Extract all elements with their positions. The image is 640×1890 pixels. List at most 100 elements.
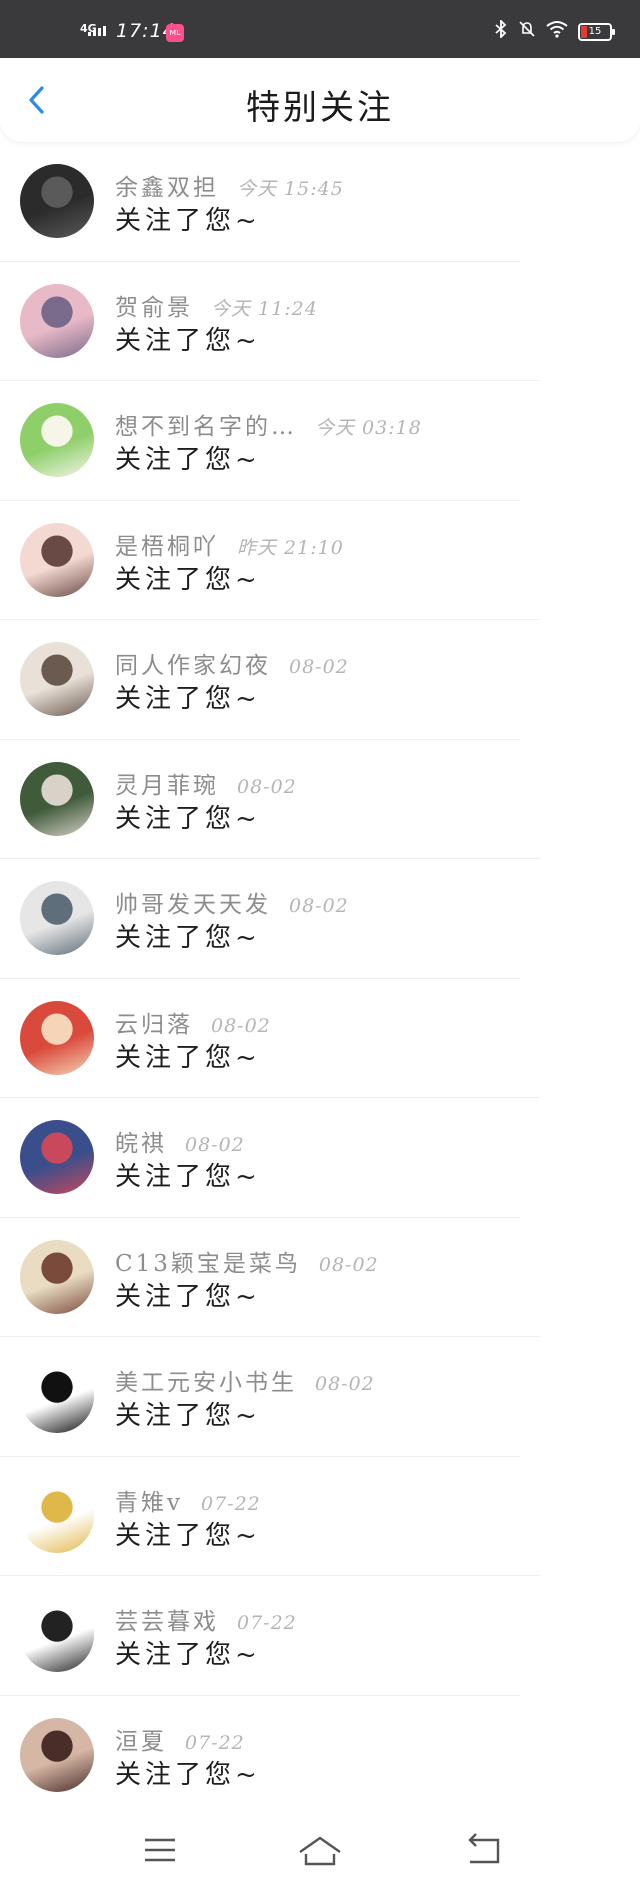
name-line: 余鑫双担 今天 15:45 [115,168,344,202]
user-name[interactable]: 芸芸暮戏 [115,1602,219,1636]
notification-message: 关注了您~ [115,1281,261,1312]
wifi-icon [546,20,568,43]
list-item[interactable]: 想不到名字的… 今天 03:18 关注了您~ [0,381,640,501]
name-line: 帅哥发天天发 08-02 [115,885,349,919]
user-name[interactable]: 贺俞景 [115,288,193,322]
user-name[interactable]: 洹夏 [115,1722,167,1756]
user-name[interactable]: 皖祺 [115,1124,167,1158]
mute-icon [518,20,536,43]
timestamp: 今天 03:18 [315,417,422,439]
name-line: 是梧桐吖 昨天 21:10 [115,527,344,561]
notification-message: 关注了您~ [115,1759,261,1790]
menu-button[interactable] [132,1822,188,1878]
list-item[interactable]: 贺俞景 今天 11:24 关注了您~ [0,262,640,381]
avatar[interactable] [20,1478,94,1553]
menu-icon [145,1838,175,1862]
list-item[interactable]: 云归落 08-02 关注了您~ [0,979,640,1098]
notification-message: 关注了您~ [115,325,261,356]
avatar[interactable] [20,1598,94,1672]
list-item[interactable]: 余鑫双担 今天 15:45 关注了您~ [0,142,640,262]
notification-message: 关注了您~ [115,445,261,475]
list-item[interactable]: 皖祺 08-02 关注了您~ [0,1098,640,1218]
notification-message: 关注了您~ [115,1640,261,1670]
return-button[interactable] [456,1822,512,1878]
list-item[interactable]: 洹夏 07-22 关注了您~ [0,1696,640,1815]
notification-message: 关注了您~ [115,1162,261,1192]
signal-icon [88,26,106,36]
avatar[interactable] [20,522,94,597]
name-line: C13颖宝是菜鸟 08-02 [115,1244,379,1278]
notification-message: 关注了您~ [115,803,261,834]
timestamp: 今天 15:45 [237,178,344,200]
name-line: 同人作家幻夜 08-02 [115,646,349,680]
timestamp: 07-22 [185,1731,245,1754]
avatar[interactable] [20,164,94,238]
notification-message: 关注了您~ [115,564,261,595]
user-name[interactable]: 灵月菲琬 [115,766,219,800]
user-name[interactable]: 青雉v [115,1483,183,1517]
avatar[interactable] [20,642,94,716]
list-item[interactable]: 帅哥发天天发 08-02 关注了您~ [0,859,640,979]
avatar[interactable] [20,1000,94,1075]
user-name[interactable]: 美工元安小书生 [115,1363,297,1397]
battery-icon: 15 [578,22,615,41]
bluetooth-icon [494,18,508,43]
home-icon [299,1836,341,1866]
name-line: 青雉v 07-22 [115,1483,261,1517]
user-name[interactable]: 云归落 [115,1005,193,1039]
user-name[interactable]: C13颖宝是菜鸟 [115,1244,301,1278]
name-line: 云归落 08-02 [115,1005,271,1039]
avatar[interactable] [20,403,94,477]
status-icons: 15 [494,18,615,43]
avatar[interactable] [20,1359,94,1433]
notification-message: 关注了您~ [115,1520,261,1551]
timestamp: 08-02 [318,1253,379,1276]
timestamp: 08-02 [289,656,349,678]
timestamp: 07-22 [237,1612,297,1634]
avatar[interactable] [20,1717,94,1792]
avatar[interactable] [20,1120,94,1194]
user-name[interactable]: 帅哥发天天发 [115,885,271,919]
name-line: 芸芸暮戏 07-22 [115,1602,297,1636]
list-item[interactable]: 芸芸暮戏 07-22 关注了您~ [0,1576,640,1696]
timestamp: 08-02 [237,775,297,798]
timestamp: 昨天 21:10 [237,536,344,559]
list-item[interactable]: 同人作家幻夜 08-02 关注了您~ [0,620,640,740]
avatar[interactable] [20,283,94,358]
user-name[interactable]: 同人作家幻夜 [115,646,271,680]
name-line: 想不到名字的… 今天 03:18 [115,407,422,441]
avatar[interactable] [20,881,94,955]
name-line: 美工元安小书生 08-02 [115,1363,375,1397]
timestamp: 08-02 [211,1014,271,1037]
list-item[interactable]: 青雉v 07-22 关注了您~ [0,1457,640,1576]
name-line: 皖祺 08-02 [115,1124,245,1158]
user-name[interactable]: 是梧桐吖 [115,527,219,561]
timestamp: 08-02 [185,1134,245,1156]
timestamp: 今天 11:24 [211,297,318,320]
timestamp: 07-22 [201,1492,261,1515]
notification-message: 关注了您~ [115,923,261,953]
user-name[interactable]: 想不到名字的… [115,407,297,441]
follow-list: 余鑫双担 今天 15:45 关注了您~ 贺俞景 今天 11:24 关注了您~ 想不到名字的…… [0,142,640,1815]
name-line: 贺俞景 今天 11:24 [115,288,318,322]
user-name[interactable]: 余鑫双担 [115,168,219,202]
avatar[interactable] [20,761,94,836]
timestamp: 08-02 [289,895,349,917]
page-title: 特别关注 [246,88,394,128]
return-icon [468,1833,500,1864]
home-button[interactable] [292,1822,348,1878]
system-nav-bar [0,1812,640,1890]
name-line: 灵月菲琬 08-02 [115,766,297,800]
status-bar: 4G 17:14 ᴍʟ 15 [0,0,640,58]
notification-message: 关注了您~ [115,1042,261,1073]
notification-message: 关注了您~ [115,206,261,236]
list-item[interactable]: 是梧桐吖 昨天 21:10 关注了您~ [0,501,640,620]
notification-message: 关注了您~ [115,684,261,714]
header: 特别关注 [0,58,640,142]
name-line: 洹夏 07-22 [115,1722,245,1756]
app-notification-icon: ᴍʟ [166,24,184,42]
list-item[interactable]: 灵月菲琬 08-02 关注了您~ [0,740,640,859]
avatar[interactable] [20,1239,94,1314]
list-item[interactable]: 美工元安小书生 08-02 关注了您~ [0,1337,640,1457]
list-item[interactable]: C13颖宝是菜鸟 08-02 关注了您~ [0,1218,640,1337]
